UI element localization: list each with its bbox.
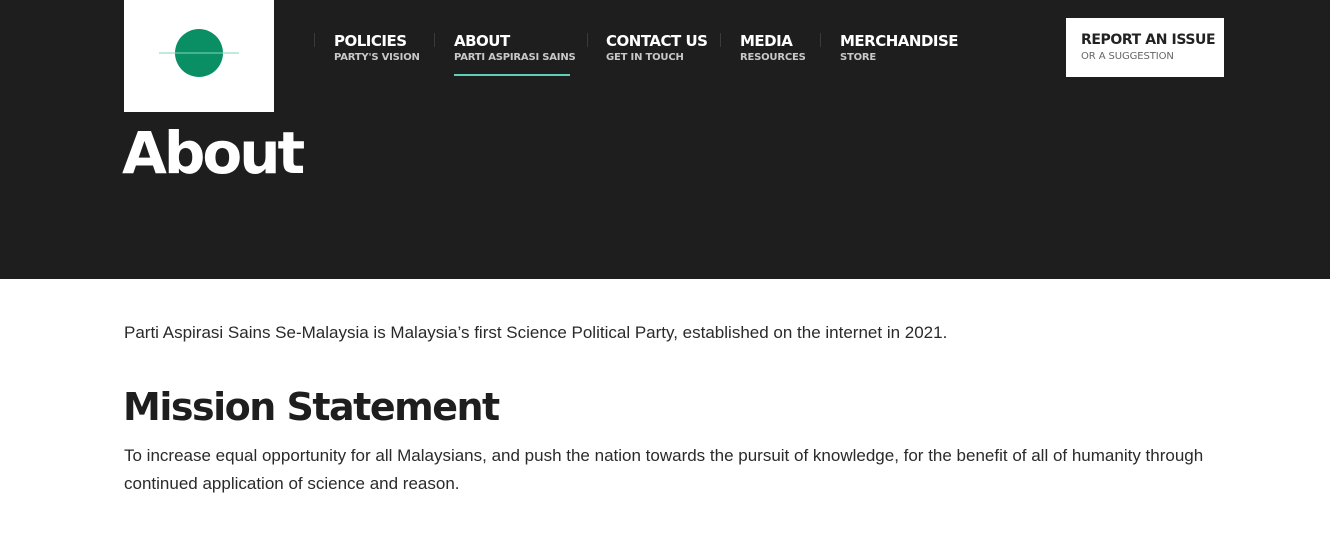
mission-paragraph: To increase equal opportunity for all Ma… (124, 446, 1204, 493)
nav-label: ABOUT (454, 32, 510, 50)
nav-sublabel: PARTI ASPIRASI SAINS (454, 52, 576, 63)
nav-label: MEDIA (740, 32, 793, 50)
nav-item-media[interactable]: MEDIA RESOURCES (740, 32, 806, 80)
mission-heading: Mission Statement (123, 385, 500, 429)
nav-label: CONTACT US (606, 32, 708, 50)
page-title: About (122, 119, 305, 187)
nav-sublabel: RESOURCES (740, 52, 806, 63)
nav-item-contact-us[interactable]: CONTACT US GET IN TOUCH (606, 32, 708, 80)
nav-sublabel: GET IN TOUCH (606, 52, 684, 63)
nav-separator (314, 33, 315, 47)
nav-active-indicator (454, 74, 570, 76)
nav-separator (587, 33, 588, 47)
report-button-label: REPORT AN ISSUE (1081, 32, 1216, 48)
nav-label: POLICIES (334, 32, 407, 50)
green-circle-logo-icon (159, 29, 239, 77)
nav-item-policies[interactable]: POLICIES PARTY'S VISION (334, 32, 420, 80)
nav-sublabel: PARTY'S VISION (334, 52, 420, 63)
site-logo[interactable] (124, 0, 274, 112)
nav-item-about[interactable]: ABOUT PARTI ASPIRASI SAINS (454, 32, 576, 80)
hero-banner: POLICIES PARTY'S VISION ABOUT PARTI ASPI… (0, 0, 1330, 279)
nav-item-merchandise[interactable]: MERCHANDISE STORE (840, 32, 959, 80)
nav-separator (720, 33, 721, 47)
nav-separator (820, 33, 821, 47)
nav-label: MERCHANDISE (840, 32, 959, 50)
intro-paragraph: Parti Aspirasi Sains Se-Malaysia is Mala… (124, 323, 948, 342)
nav-sublabel: STORE (840, 52, 877, 63)
report-issue-button[interactable]: REPORT AN ISSUE OR A SUGGESTION (1066, 18, 1224, 77)
report-button-sublabel: OR A SUGGESTION (1081, 51, 1174, 62)
nav-separator (434, 33, 435, 47)
